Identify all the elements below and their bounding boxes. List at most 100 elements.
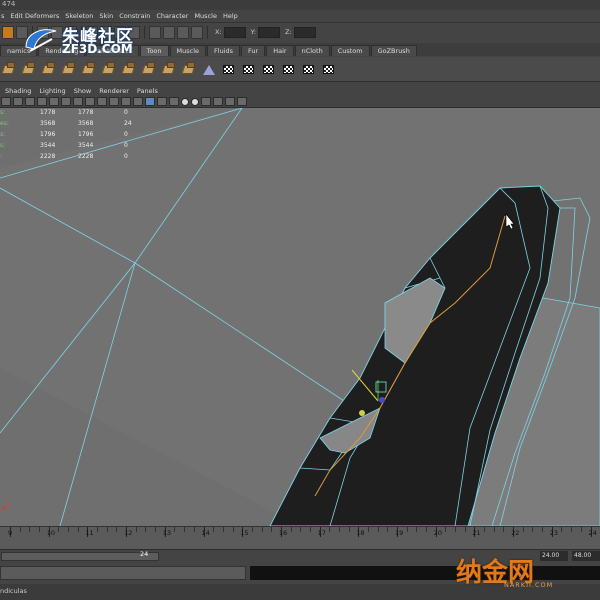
menu-skin[interactable]: Skin: [99, 12, 113, 20]
checker-icon[interactable]: [281, 61, 298, 78]
time-minor-tick: [522, 527, 524, 532]
command-input[interactable]: [0, 566, 246, 580]
window-title: 474: [2, 0, 16, 8]
film-gate-icon[interactable]: [61, 97, 71, 106]
safe-title-icon[interactable]: [121, 97, 131, 106]
hud-row-verts: s: 1778 1778 0: [0, 108, 140, 119]
backface-icon[interactable]: [237, 97, 247, 106]
coord-x-field[interactable]: [223, 26, 246, 38]
menu-muscle[interactable]: Muscle: [194, 12, 217, 20]
render-icon[interactable]: [163, 25, 175, 39]
shadows-icon[interactable]: [191, 97, 199, 106]
tab-gozbrush[interactable]: GoZBrush: [370, 45, 417, 56]
checker-icon[interactable]: [261, 61, 278, 78]
time-minor-tick: [116, 527, 118, 532]
smooth-shade-icon[interactable]: [145, 97, 155, 106]
range-bar[interactable]: [1, 552, 159, 561]
time-minor-tick: [309, 527, 311, 532]
toon-fill-icon[interactable]: [41, 61, 58, 78]
grid-icon[interactable]: [49, 97, 59, 106]
coord-y-field[interactable]: [257, 26, 280, 38]
checker-icon[interactable]: [241, 61, 258, 78]
time-tick-label: 10: [46, 529, 55, 537]
snap-icon[interactable]: [2, 25, 14, 39]
light-icon[interactable]: [201, 61, 218, 78]
xray-joints-icon[interactable]: [225, 97, 235, 106]
time-minor-tick: [484, 527, 486, 532]
time-minor-tick: [338, 527, 340, 532]
menu-edit-deformers[interactable]: Edit Deformers: [10, 12, 59, 20]
checker-icon[interactable]: [301, 61, 318, 78]
watermark-narkii: 纳金网 NARKII.COM: [456, 552, 596, 589]
time-minor-tick: [571, 527, 573, 532]
menu-constrain[interactable]: Constrain: [119, 12, 150, 20]
coord-z-label: Z:: [284, 28, 292, 36]
time-minor-tick: [77, 527, 79, 532]
camera-attrs-icon[interactable]: [13, 97, 23, 106]
tab-fur[interactable]: Fur: [241, 45, 266, 56]
hud-value: 3544: [78, 142, 94, 149]
safe-action-icon[interactable]: [109, 97, 119, 106]
menu-item[interactable]: s: [1, 12, 4, 20]
hud-value: 1796: [40, 131, 56, 138]
time-minor-tick: [184, 527, 186, 532]
toon-paint-icon[interactable]: [161, 61, 178, 78]
isolate-select-icon[interactable]: [201, 97, 211, 106]
resolution-gate-icon[interactable]: [73, 97, 83, 106]
ipr-render-icon[interactable]: [177, 25, 189, 39]
panel-menu-lighting[interactable]: Lighting: [39, 87, 65, 95]
hud-label: s:: [0, 109, 6, 116]
time-minor-tick: [532, 527, 534, 532]
tab-hair[interactable]: Hair: [266, 45, 294, 56]
bookmark-icon[interactable]: [25, 97, 35, 106]
toon-modifier-icon[interactable]: [181, 61, 198, 78]
lights-icon[interactable]: [181, 97, 189, 106]
hud-value: 24: [124, 120, 132, 127]
time-tick-label: 23: [549, 529, 559, 537]
menu-character[interactable]: Character: [156, 12, 188, 20]
hud-value: 0: [124, 142, 128, 149]
hud-value: 3568: [78, 120, 94, 127]
checker-icon[interactable]: [321, 61, 338, 78]
toon-outline-icon[interactable]: [21, 61, 38, 78]
tab-ncloth[interactable]: nCloth: [294, 45, 330, 56]
xray-icon[interactable]: [213, 97, 223, 106]
toon-profile-icon[interactable]: [61, 61, 78, 78]
menu-skeleton[interactable]: Skeleton: [65, 12, 93, 20]
range-end-label: 24: [140, 550, 149, 558]
hud-value: 0: [124, 109, 128, 116]
time-minor-tick: [155, 527, 157, 532]
panel-menu-shading[interactable]: Shading: [5, 87, 31, 95]
coord-y-label: Y:: [250, 28, 256, 36]
tab-fluids[interactable]: Fluids: [207, 45, 241, 56]
time-minor-tick: [232, 527, 234, 532]
gate-mask-icon[interactable]: [85, 97, 95, 106]
render-settings-icon[interactable]: [191, 25, 203, 39]
hud-value: 2228: [40, 153, 56, 160]
hud-label: s:: [0, 142, 6, 149]
coord-z-field[interactable]: [293, 26, 316, 38]
tab-muscle[interactable]: Muscle: [169, 45, 207, 56]
toon-shader-icon[interactable]: [1, 61, 18, 78]
toon-border-icon[interactable]: [101, 61, 118, 78]
camera-icon[interactable]: [1, 97, 11, 106]
panel-menu-panels[interactable]: Panels: [137, 87, 158, 95]
time-tick-label: 18: [356, 529, 365, 537]
panel-menu-renderer[interactable]: Renderer: [99, 87, 129, 95]
menu-help[interactable]: Help: [223, 12, 238, 20]
time-slider[interactable]: 9 10 11 12 13 14 15 16 17 18 19 20 21 22 23 24: [0, 526, 600, 549]
wireframe-on-shaded-icon[interactable]: [157, 97, 167, 106]
toon-intersect-icon[interactable]: [121, 61, 138, 78]
toon-crease-icon[interactable]: [81, 61, 98, 78]
checker-icon[interactable]: [221, 61, 238, 78]
hud-value: 1796: [78, 131, 94, 138]
panel-menu-show[interactable]: Show: [74, 87, 92, 95]
viewport[interactable]: x: [0, 108, 600, 526]
tab-custom[interactable]: Custom: [330, 45, 370, 56]
textured-icon[interactable]: [169, 97, 179, 106]
image-plane-icon[interactable]: [37, 97, 47, 106]
time-minor-tick: [145, 527, 147, 532]
toon-line-icon[interactable]: [141, 61, 158, 78]
wireframe-icon[interactable]: [133, 97, 143, 106]
field-chart-icon[interactable]: [97, 97, 107, 106]
